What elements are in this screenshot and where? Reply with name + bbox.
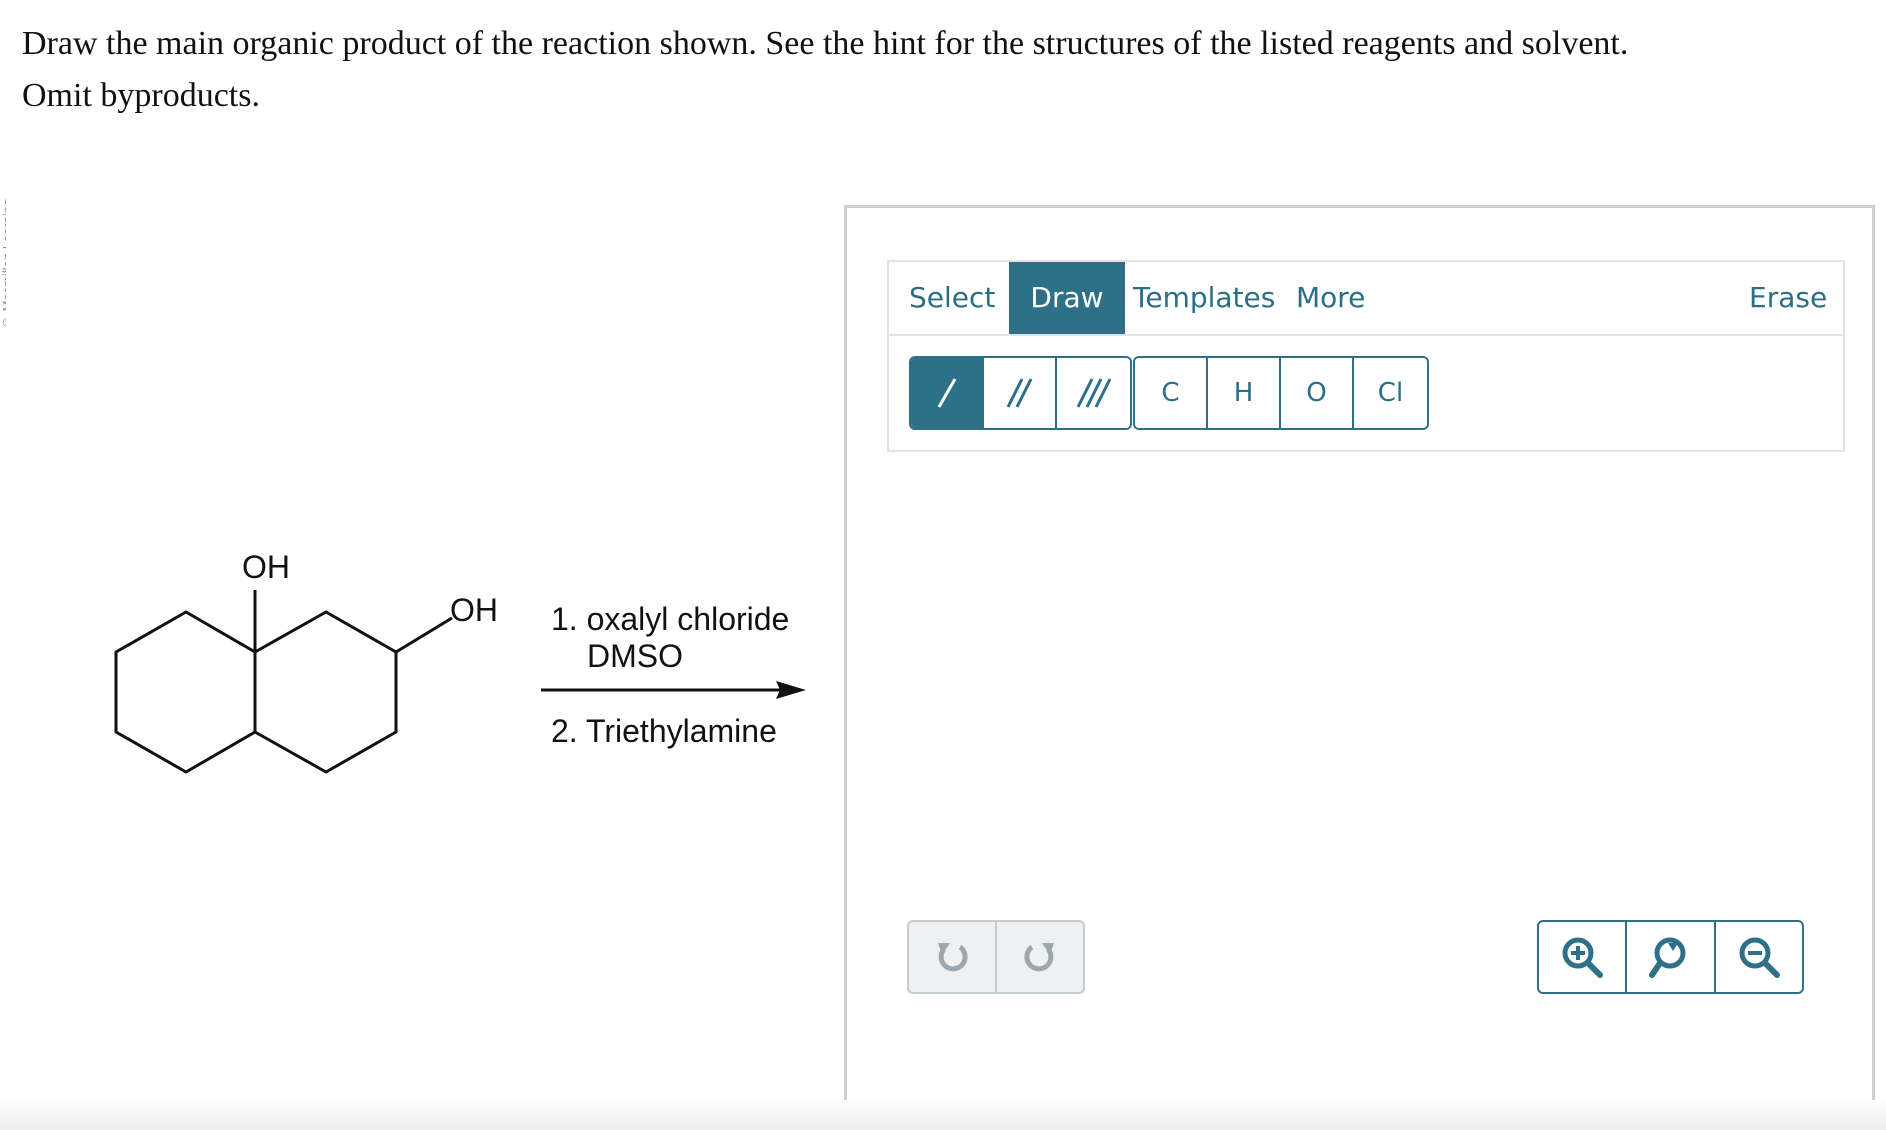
redo-icon[interactable] xyxy=(997,922,1083,992)
structure-editor[interactable]: Select Draw Templates More Erase C H O C… xyxy=(844,205,1875,1103)
undo-icon[interactable] xyxy=(909,922,997,992)
editor-tab-bar: Select Draw Templates More Erase xyxy=(887,260,1845,334)
triple-bond-icon[interactable] xyxy=(1057,358,1130,428)
zoom-reset-icon[interactable] xyxy=(1627,922,1716,992)
erase-button[interactable]: Erase xyxy=(1749,262,1827,334)
bond-tools xyxy=(909,356,1132,430)
oh-bond-side xyxy=(395,616,453,654)
right-ring-bonds xyxy=(254,610,398,774)
draw-tool-panel: C H O Cl xyxy=(887,334,1845,452)
reagent-2-label: 2. Triethylamine xyxy=(551,713,777,749)
reaction-arrow-head xyxy=(776,681,806,699)
page-bottom-shade xyxy=(0,1100,1886,1130)
atom-c-button[interactable]: C xyxy=(1135,358,1208,428)
zoom-controls xyxy=(1537,920,1804,994)
single-bond-icon[interactable] xyxy=(911,358,984,428)
zoom-out-icon[interactable] xyxy=(1716,922,1802,992)
tab-more[interactable]: More xyxy=(1296,262,1365,334)
atom-o-button[interactable]: O xyxy=(1281,358,1354,428)
atom-c-label: C xyxy=(1161,378,1180,408)
atom-cl-label: Cl xyxy=(1377,378,1404,408)
atom-h-label: H xyxy=(1233,378,1254,408)
reactant-structure xyxy=(114,590,806,774)
tab-draw[interactable]: Draw xyxy=(1009,262,1125,334)
atom-o-label: O xyxy=(1306,378,1327,408)
reaction-scheme: OH OH 1. oxalyl chloride DMSO 2. Triethy… xyxy=(0,0,840,1130)
atom-h-button[interactable]: H xyxy=(1208,358,1281,428)
tab-templates[interactable]: Templates xyxy=(1133,262,1275,334)
double-bond-icon[interactable] xyxy=(984,358,1057,428)
atom-tools: C H O Cl xyxy=(1133,356,1429,430)
reagent-1b-label: DMSO xyxy=(587,638,683,674)
left-ring-bonds xyxy=(114,610,257,774)
undo-redo-group xyxy=(907,920,1085,994)
oh-label-side: OH xyxy=(450,592,498,628)
atom-cl-button[interactable]: Cl xyxy=(1354,358,1427,428)
oh-label-top: OH xyxy=(242,549,290,585)
reagent-1-label: 1. oxalyl chloride xyxy=(551,601,790,637)
zoom-in-icon[interactable] xyxy=(1539,922,1628,992)
tab-select[interactable]: Select xyxy=(909,262,995,334)
